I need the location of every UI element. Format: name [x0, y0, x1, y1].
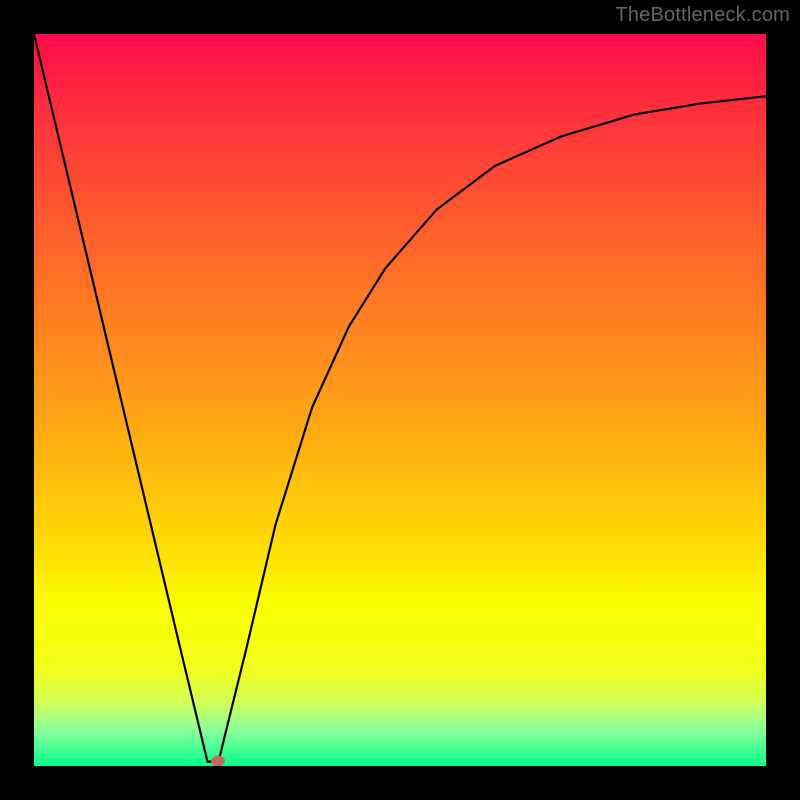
chart-frame: TheBottleneck.com — [0, 0, 800, 800]
watermark-text: TheBottleneck.com — [615, 4, 790, 27]
plot-area — [34, 34, 766, 766]
optimal-point-marker — [211, 755, 225, 766]
curve-svg — [34, 34, 766, 766]
bottleneck-curve — [34, 34, 766, 762]
